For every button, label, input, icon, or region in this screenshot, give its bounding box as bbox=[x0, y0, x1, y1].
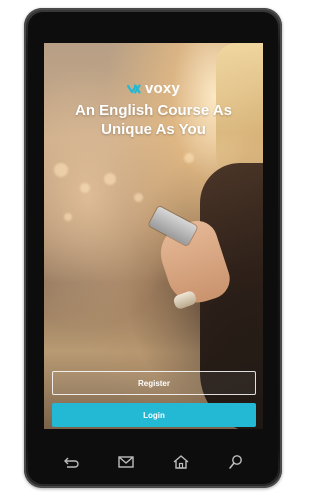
back-button[interactable] bbox=[58, 451, 84, 473]
login-button[interactable]: Login bbox=[52, 403, 256, 427]
brand-name: voxy bbox=[145, 80, 180, 97]
mail-icon bbox=[118, 456, 134, 468]
headline-line-1: An English Course As bbox=[75, 102, 232, 119]
search-icon bbox=[228, 455, 242, 469]
bokeh-light bbox=[80, 183, 90, 193]
bokeh-light bbox=[64, 213, 72, 221]
back-icon bbox=[64, 457, 79, 468]
mail-button[interactable] bbox=[113, 451, 139, 473]
hero-headline: An English Course As Unique As You bbox=[44, 101, 263, 139]
home-icon bbox=[173, 455, 189, 469]
register-button[interactable]: Register bbox=[52, 371, 256, 395]
headline-line-2: Unique As You bbox=[101, 121, 206, 138]
device-nav-bar bbox=[44, 448, 263, 476]
bokeh-light bbox=[104, 173, 116, 185]
search-button[interactable] bbox=[223, 451, 249, 473]
home-button[interactable] bbox=[168, 451, 194, 473]
bokeh-light bbox=[134, 193, 143, 202]
brand-logo: voxy bbox=[44, 80, 263, 97]
voxy-logo-icon bbox=[127, 83, 141, 94]
bokeh-light bbox=[54, 163, 68, 177]
bokeh-light bbox=[184, 153, 194, 163]
app-screen: voxy An English Course As Unique As You … bbox=[44, 43, 263, 429]
